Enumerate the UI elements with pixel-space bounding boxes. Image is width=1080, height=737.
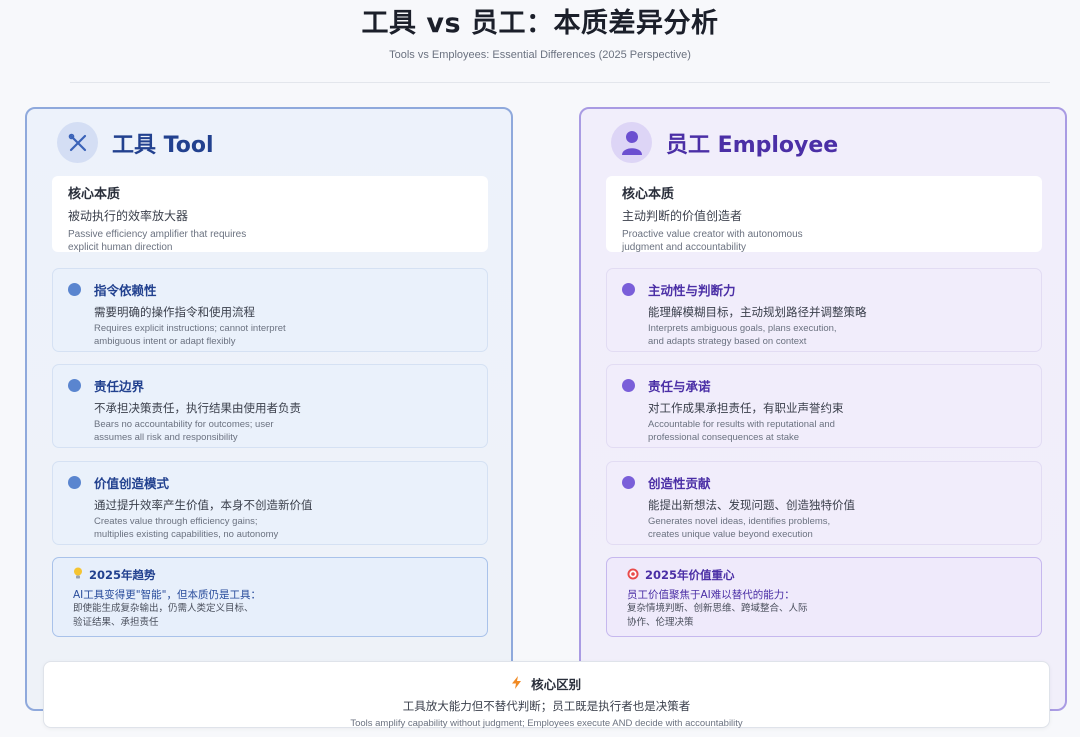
feature-description-cn: 不承担决策责任，执行结果由使用者负责	[94, 401, 301, 415]
trend-text: 员工价值聚焦于AI难以替代的能力：	[627, 589, 795, 601]
tool-trend-box: 2025年趋势 AI工具变得更"智能"，但本质仍是工具： 即使能生成复杂输出，仍…	[52, 557, 488, 637]
bullet-dot-icon	[68, 476, 81, 489]
feature-description-cn: 能提出新想法、发现问题、创造独特价值	[648, 498, 855, 512]
feature-description-cn: 需要明确的操作指令和使用流程	[94, 305, 255, 319]
bullet-dot-icon	[622, 379, 635, 392]
feature-title: 责任与承诺	[648, 379, 711, 394]
feature-description-en: Bears no accountability for outcomes; us…	[94, 419, 274, 443]
feature-description-cn: 通过提升效率产生价值，本身不创造新价值	[94, 498, 313, 512]
employee-panel-header: 员工 Employee	[611, 122, 838, 163]
banner-title-row: 核心区别	[44, 674, 1049, 693]
core-label: 核心本质	[622, 187, 675, 202]
banner-text-cn: 工具放大能力但不替代判断；员工既是执行者也是决策者	[402, 699, 691, 713]
employee-trend-box: 2025年价值重心 员工价值聚焦于AI难以替代的能力： 复杂情境判断、创新思维、…	[606, 557, 1042, 637]
trend-title-row: 2025年趋势	[73, 567, 467, 583]
trend-title: 2025年价值重心	[645, 568, 735, 582]
feature-title: 主动性与判断力	[648, 283, 736, 298]
tool-panel: 工具 Tool 核心本质 被动执行的效率放大器 Passive efficien…	[25, 107, 513, 711]
tool-feature-card: 责任边界 不承担决策责任，执行结果由使用者负责 Bears no account…	[52, 364, 488, 448]
feature-description-en: Interprets ambiguous goals, plans execut…	[648, 323, 837, 347]
feature-description-en: Generates novel ideas, identifies proble…	[648, 516, 831, 540]
tools-icon	[57, 122, 98, 163]
bullet-dot-icon	[68, 379, 81, 392]
feature-title: 价值创造模式	[94, 476, 170, 491]
lightning-icon	[511, 676, 525, 692]
feature-title: 创造性贡献	[648, 476, 711, 491]
trend-text: AI工具变得更"智能"，但本质仍是工具：	[73, 589, 261, 601]
core-description-en: Passive efficiency amplifier that requir…	[68, 229, 247, 253]
tool-core-card: 核心本质 被动执行的效率放大器 Passive efficiency ampli…	[52, 176, 488, 253]
feature-description-cn: 对工作成果承担责任，有职业声誉约束	[648, 401, 844, 415]
target-icon	[627, 568, 639, 583]
bullet-dot-icon	[68, 283, 81, 296]
core-description-cn: 被动执行的效率放大器	[68, 209, 189, 223]
feature-title: 指令依赖性	[94, 283, 157, 298]
bullet-dot-icon	[622, 476, 635, 489]
trend-title-row: 2025年价值重心	[627, 567, 1021, 583]
person-icon	[611, 122, 652, 163]
banner-text-en: Tools amplify capability without judgmen…	[350, 718, 743, 729]
trend-detail: 即使能生成复杂输出，仍需人类定义目标、验证结果、承担责任	[73, 603, 254, 628]
feature-description-cn: 能理解模糊目标，主动规划路径并调整策略	[648, 305, 867, 319]
core-description-en: Proactive value creator with autonomous …	[622, 229, 803, 253]
core-difference-banner: 核心区别 工具放大能力但不替代判断；员工既是执行者也是决策者 Tools amp…	[43, 661, 1050, 729]
trend-title: 2025年趋势	[89, 568, 156, 582]
feature-description-en: Requires explicit instructions; cannot i…	[94, 323, 286, 347]
core-description-cn: 主动判断的价值创造者	[622, 209, 743, 223]
employee-feature-card: 创造性贡献 能提出新想法、发现问题、创造独特价值 Generates novel…	[606, 461, 1042, 545]
employee-panel-title: 员工 Employee	[666, 132, 839, 158]
trend-detail: 复杂情境判断、创新思维、跨域整合、人际协作、伦理决策	[627, 603, 808, 628]
tool-feature-card: 指令依赖性 需要明确的操作指令和使用流程 Requires explicit i…	[52, 268, 488, 352]
employee-panel: 员工 Employee 核心本质 主动判断的价值创造者 Proactive va…	[579, 107, 1067, 711]
feature-description-en: Creates value through efficiency gains; …	[94, 516, 279, 540]
person-icon-glyph	[621, 130, 642, 155]
bullet-dot-icon	[622, 283, 635, 296]
employee-feature-card: 责任与承诺 对工作成果承担责任，有职业声誉约束 Accountable for …	[606, 364, 1042, 448]
tool-panel-title: 工具 Tool	[112, 132, 214, 158]
lightbulb-icon	[73, 567, 83, 583]
page-subtitle: Tools vs Employees: Essential Difference…	[389, 49, 691, 61]
feature-description-en: Accountable for results with reputationa…	[648, 419, 835, 443]
tools-icon-glyph	[68, 133, 86, 151]
feature-title: 责任边界	[94, 379, 145, 394]
tool-feature-card: 价值创造模式 通过提升效率产生价值，本身不创造新价值 Creates value…	[52, 461, 488, 545]
header-divider	[70, 82, 1050, 83]
page-title: 工具 vs 员工：本质差异分析	[361, 8, 719, 39]
header: 工具 vs 员工：本质差异分析 Tools vs Employees: Esse…	[0, 0, 1080, 82]
tool-panel-header: 工具 Tool	[57, 122, 214, 163]
banner-title: 核心区别	[531, 677, 582, 692]
employee-feature-card: 主动性与判断力 能理解模糊目标，主动规划路径并调整策略 Interprets a…	[606, 268, 1042, 352]
employee-core-card: 核心本质 主动判断的价值创造者 Proactive value creator …	[606, 176, 1042, 253]
core-label: 核心本质	[68, 187, 121, 202]
